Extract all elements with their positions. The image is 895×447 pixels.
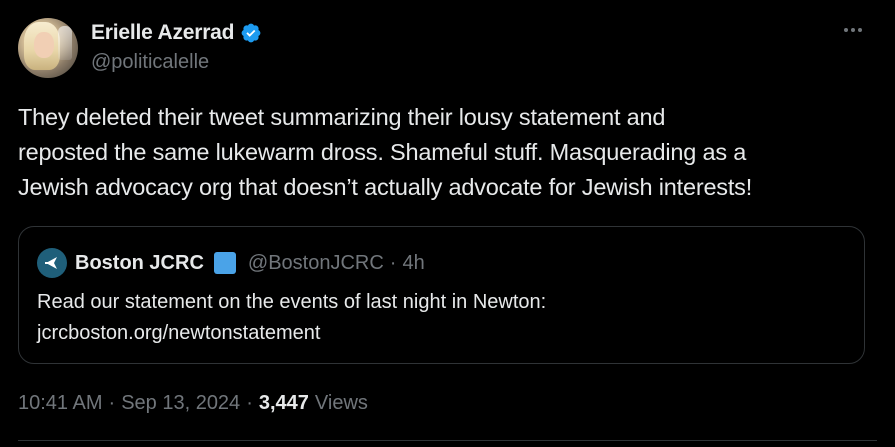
quoted-text-line: Read our statement on the events of last… xyxy=(37,291,547,313)
tweet-text-line: reposted the same lukewarm dross. Shamef… xyxy=(18,139,747,165)
separator-dot: · xyxy=(108,392,116,414)
views-label: Views xyxy=(314,392,368,414)
more-dot xyxy=(844,28,848,32)
more-dot xyxy=(858,28,862,32)
author-name-row: Erielle Azerrad xyxy=(91,19,262,47)
views-count: 3,447 xyxy=(258,392,309,414)
separator-dot: · xyxy=(246,392,253,414)
quoted-tweet-text: Read our statement on the events of last… xyxy=(37,287,546,349)
tweet-text-line: They deleted their tweet summarizing the… xyxy=(18,104,666,130)
tweet-text-line: Jewish advocacy org that doesn’t actuall… xyxy=(18,174,753,200)
tweet: Erielle Azerrad @politicalelle They dele… xyxy=(0,0,895,447)
quoted-display-name[interactable]: Boston JCRC xyxy=(75,252,204,275)
author-handle[interactable]: @politicalelle xyxy=(91,51,209,74)
author-avatar[interactable] xyxy=(18,18,78,78)
verified-badge-icon[interactable] xyxy=(240,22,262,44)
tweet-time[interactable]: 10:41 AM xyxy=(18,392,103,415)
quoted-handle[interactable]: @BostonJCRC xyxy=(248,252,384,275)
quoted-link[interactable]: jcrcboston.org/newtonstatement xyxy=(37,318,546,349)
avatar-glass xyxy=(58,26,72,60)
jcrc-logo-icon[interactable] xyxy=(37,248,67,278)
avatar-face xyxy=(34,32,54,58)
author-display-name[interactable]: Erielle Azerrad xyxy=(91,21,234,45)
tweet-date[interactable]: Sep 13, 2024 xyxy=(121,392,240,415)
tweet-text: They deleted their tweet summarizing the… xyxy=(18,100,878,205)
more-dot xyxy=(851,28,855,32)
divider xyxy=(18,440,877,441)
quoted-tweet-header: Boston JCRC @BostonJCRC · 4h xyxy=(37,248,425,278)
more-options-icon[interactable] xyxy=(841,18,865,42)
affiliation-badge-icon xyxy=(213,252,236,274)
quoted-timestamp[interactable]: 4h xyxy=(402,252,424,275)
tweet-meta: 10:41 AM · Sep 13, 2024 · 3,447 Views xyxy=(18,392,368,415)
quoted-tweet-card[interactable]: Boston JCRC @BostonJCRC · 4h Read our st… xyxy=(18,226,865,364)
separator-dot: · xyxy=(389,251,397,274)
